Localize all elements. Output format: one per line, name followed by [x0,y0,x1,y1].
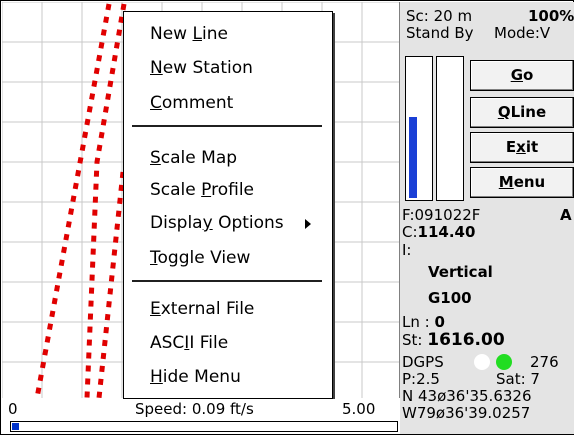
dgps-label: DGPS [402,353,444,371]
menu-item-accelerator: y [202,213,213,233]
file-flag: A [560,206,572,224]
scale-label: Sc: 20 m [406,7,473,25]
menu-item[interactable]: New Line [150,24,228,44]
exit-button[interactable]: Exit [470,132,574,163]
menu-item-label: ew Station [162,58,253,78]
menu-item-accelerator: S [150,148,161,168]
menu-item-label: New [150,24,193,44]
menu-item[interactable]: Comment [150,93,233,113]
menu-item-label: I File [189,333,229,353]
gps-status-green-indicator-icon [496,354,512,370]
menu-item[interactable]: ASCII File [150,333,228,353]
speed-readout: Speed: 0.09 ft/s [135,400,254,418]
qline-button[interactable]: QLine [470,97,574,128]
file-label: F:091022F [402,206,481,224]
dgps-value: 276 [530,353,559,371]
menu-item-accelerator: E [150,299,161,319]
status-text: Stand By [406,24,474,42]
pdop-label: P:2.5 [402,370,440,388]
longitude-readout: W79ø36'39.0257 [402,404,531,422]
speed-progress-track [10,421,398,432]
signal-level-bar-right [436,56,464,201]
signal-level-bar-left [405,56,433,201]
menu-item-label: rofile [211,180,255,200]
menu-item[interactable]: Toggle View [150,248,250,268]
menu-button[interactable]: Menu [470,167,574,198]
menu-item-label: Options [212,213,284,233]
menu-item[interactable]: Display Options [150,213,284,233]
menu-item-accelerator: H [150,367,163,387]
menu-item-label: ide Menu [162,367,241,387]
speed-bar: 0 Speed: 0.09 ft/s 5.00 [2,399,399,433]
line-number-value: 0 [434,313,445,331]
line-number: Ln : 0 [402,313,445,331]
menu-item-label: xternal File [160,299,255,319]
latitude-readout: N 43ø36'35.6326 [402,387,532,405]
instrument-label: G100 [428,289,472,307]
menu-separator [132,125,322,127]
menu-item-label: Scale [150,180,202,200]
survey-track-line [96,171,126,398]
status-panel: Sc: 20 m 100% Stand By Mode:V Go QLine E… [400,2,574,434]
zoom-level: 100% [528,7,574,25]
application-window: New Line New Station Comment Scale Map Scale… [0,0,574,435]
menu-item-accelerator: L [192,24,202,44]
menu-item-accelerator: T [150,248,158,268]
go-button[interactable]: Go [470,60,574,91]
signal-level-fill-left [409,117,417,198]
menu-item-accelerator: C [150,93,162,113]
station-number: St: 1616.00 [402,330,505,350]
i-label: I: [402,241,412,259]
submenu-arrow-icon [305,219,311,229]
speed-progress-fill [12,423,19,430]
speed-min-label: 0 [8,400,18,418]
c-value: 114.40 [417,223,476,241]
survey-track-line [34,3,112,398]
menu-item[interactable]: External File [150,299,254,319]
menu-item-label: oggle View [157,248,251,268]
menu-item-label: Displa [150,213,203,233]
menu-item-accelerator: N [150,58,163,78]
menu-item[interactable]: Scale Profile [150,180,254,200]
menu-item[interactable]: New Station [150,58,253,78]
c-label: C:114.40 [402,223,476,241]
gps-status-white-indicator-icon [474,354,490,370]
menu-item[interactable]: Scale Map [150,148,237,168]
menu-item-label: ine [201,24,228,44]
speed-max-label: 5.00 [342,400,376,418]
satellite-count: Sat: 7 [496,370,540,388]
station-number-value: 1616.00 [427,330,505,350]
orientation-label: Vertical [428,263,493,281]
menu-item-accelerator: P [201,180,212,200]
menu-item-label: ASC [150,333,185,353]
menu-item-label: omment [161,93,234,113]
mode-text: Mode:V [494,24,551,42]
menu-item[interactable]: Hide Menu [150,367,241,387]
menu-separator [132,280,322,282]
context-menu: New Line New Station Comment Scale Map Scale… [123,11,333,399]
menu-item-label: cale Map [160,148,238,168]
